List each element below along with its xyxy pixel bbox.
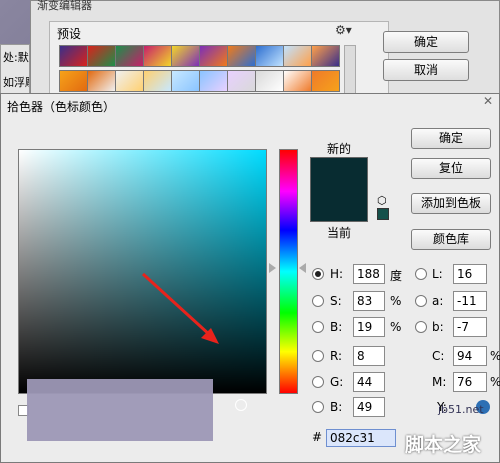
b-unit: % bbox=[390, 320, 402, 334]
reset-button[interactable]: 复位 bbox=[411, 158, 491, 179]
hex-hash-label: # bbox=[312, 430, 323, 444]
hue-slider-right-handle[interactable] bbox=[299, 263, 306, 273]
watermark-site: jb51.net bbox=[438, 403, 484, 416]
hue-slider[interactable] bbox=[279, 149, 298, 394]
color-cursor[interactable] bbox=[235, 399, 247, 411]
s-input[interactable]: 83 bbox=[353, 291, 385, 311]
preset-swatch[interactable] bbox=[227, 45, 256, 67]
rgb-b-label: B: bbox=[330, 400, 343, 414]
preset-swatch[interactable] bbox=[59, 70, 88, 92]
preset-swatch[interactable] bbox=[199, 45, 228, 67]
preset-swatch[interactable] bbox=[227, 70, 256, 92]
preset-swatch[interactable] bbox=[143, 45, 172, 67]
l-input[interactable]: 16 bbox=[453, 264, 487, 284]
add-to-swatches-button[interactable]: 添加到色板 bbox=[411, 193, 491, 214]
m-unit: % bbox=[490, 375, 500, 389]
preset-swatch[interactable] bbox=[283, 70, 312, 92]
m-input[interactable]: 76 bbox=[453, 372, 487, 392]
hue-slider-left-handle[interactable] bbox=[269, 263, 276, 273]
preset-swatch[interactable] bbox=[59, 45, 88, 67]
preset-swatch[interactable] bbox=[255, 45, 284, 67]
s-label: S: bbox=[330, 294, 342, 308]
r-label: R: bbox=[330, 349, 343, 363]
lab-b-label: b: bbox=[432, 320, 444, 334]
preset-swatch[interactable] bbox=[115, 70, 144, 92]
gradient-editor-dialog: 渐变编辑器 预设 ⚙▾ 确定 取消 bbox=[30, 0, 500, 97]
gear-icon[interactable]: ⚙▾ bbox=[335, 23, 352, 37]
preset-swatch[interactable] bbox=[143, 70, 172, 92]
r-input[interactable]: 8 bbox=[353, 346, 385, 366]
h-input[interactable]: 188 bbox=[353, 264, 385, 284]
c-label: C: bbox=[432, 349, 445, 363]
preset-swatch[interactable] bbox=[171, 45, 200, 67]
lab-b-input[interactable]: -7 bbox=[453, 317, 487, 337]
web-safe-swatch-icon[interactable] bbox=[377, 208, 389, 220]
preset-swatch[interactable] bbox=[255, 70, 284, 92]
s-unit: % bbox=[390, 294, 402, 308]
preset-swatches bbox=[59, 45, 340, 95]
b-label: B: bbox=[330, 320, 343, 334]
close-icon[interactable]: ✕ bbox=[483, 94, 493, 108]
s-radio[interactable] bbox=[312, 295, 324, 307]
h-radio[interactable] bbox=[312, 268, 324, 280]
picker-title: 拾色器（色标颜色） bbox=[7, 100, 116, 114]
c-input[interactable]: 94 bbox=[453, 346, 487, 366]
blurred-region bbox=[27, 379, 213, 441]
a-label: a: bbox=[432, 294, 444, 308]
ok-button[interactable]: 确定 bbox=[411, 128, 491, 149]
preset-swatch[interactable] bbox=[283, 45, 312, 67]
new-color-label: 新的 bbox=[327, 142, 352, 156]
l-radio[interactable] bbox=[415, 268, 427, 280]
preset-swatch[interactable] bbox=[87, 70, 116, 92]
preset-swatch[interactable] bbox=[199, 70, 228, 92]
l-label: L: bbox=[432, 267, 443, 281]
strip-line: 如浮雕 bbox=[3, 76, 29, 89]
cancel-button-bg[interactable]: 取消 bbox=[383, 59, 469, 81]
new-color-preview bbox=[310, 157, 368, 190]
watermark-name: 脚本之家 bbox=[405, 434, 482, 456]
a-radio[interactable] bbox=[415, 295, 427, 307]
g-label: G: bbox=[330, 375, 344, 389]
strip-line: 处:默认 bbox=[3, 51, 29, 64]
hex-input[interactable]: 082c31 bbox=[326, 429, 396, 447]
lab-b-radio[interactable] bbox=[415, 321, 427, 333]
r-radio[interactable] bbox=[312, 350, 324, 362]
color-picker-dialog: 拾色器（色标颜色） ✕ 新的 当前 ⬡ 确定 复位 添加到色板 颜色库 H: 1… bbox=[0, 93, 500, 463]
h-unit: 度 bbox=[390, 269, 403, 283]
g-radio[interactable] bbox=[312, 376, 324, 388]
rgb-b-input[interactable]: 49 bbox=[353, 397, 385, 417]
presets-scrollbar[interactable] bbox=[344, 45, 356, 95]
gradient-editor-title: 渐变编辑器 bbox=[37, 0, 92, 12]
c-unit: % bbox=[490, 349, 500, 363]
preset-swatch[interactable] bbox=[87, 45, 116, 67]
presets-label: 预设 bbox=[57, 27, 82, 41]
current-color-preview[interactable] bbox=[310, 190, 368, 222]
rgb-b-radio[interactable] bbox=[312, 401, 324, 413]
g-input[interactable]: 44 bbox=[353, 372, 385, 392]
layer-style-strip: 处:默认 如浮雕 bbox=[0, 44, 30, 94]
current-color-label: 当前 bbox=[327, 226, 352, 240]
red-arrow-annotation bbox=[141, 272, 219, 344]
preset-swatch[interactable] bbox=[311, 70, 340, 92]
preset-swatch[interactable] bbox=[115, 45, 144, 67]
preset-swatch[interactable] bbox=[171, 70, 200, 92]
preset-swatch[interactable] bbox=[311, 45, 340, 67]
cube-icon[interactable]: ⬡ bbox=[377, 194, 387, 207]
ok-button-bg[interactable]: 确定 bbox=[383, 31, 469, 53]
a-input[interactable]: -11 bbox=[453, 291, 487, 311]
color-libraries-button[interactable]: 颜色库 bbox=[411, 229, 491, 250]
b-radio[interactable] bbox=[312, 321, 324, 333]
h-label: H: bbox=[330, 267, 344, 281]
m-label: M: bbox=[432, 375, 447, 389]
b-input[interactable]: 19 bbox=[353, 317, 385, 337]
